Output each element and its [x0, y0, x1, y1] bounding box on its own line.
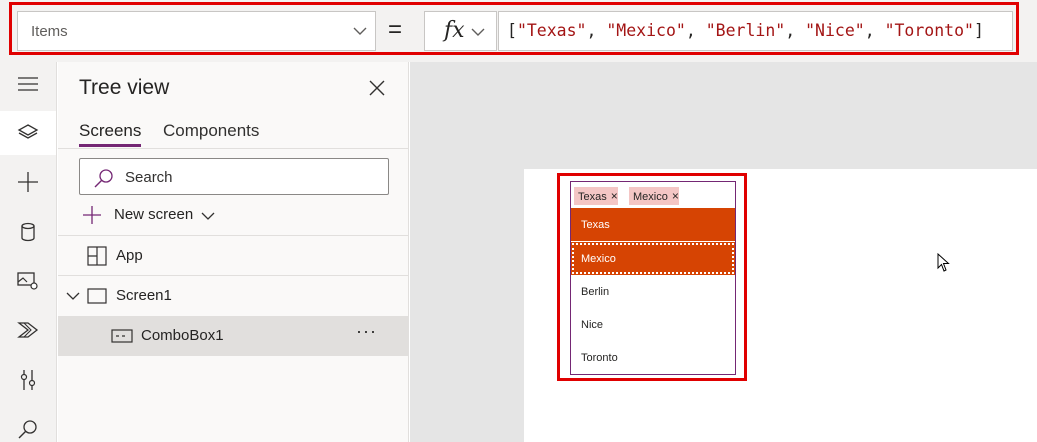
rail-tools-button[interactable] — [0, 358, 56, 402]
database-icon — [21, 222, 35, 242]
tree-node-screen1[interactable]: Screen1 — [58, 276, 409, 316]
tree-node-app[interactable]: App — [58, 236, 409, 276]
plus-icon — [83, 206, 101, 224]
new-screen-label: New screen — [114, 206, 194, 223]
active-tab-indicator — [79, 144, 141, 147]
formula-bar-highlight — [9, 2, 1019, 55]
option-label: Texas — [581, 219, 610, 231]
more-options-button[interactable]: ··· — [356, 321, 377, 342]
rail-media-button[interactable] — [0, 259, 56, 303]
combobox-option[interactable]: Mexico — [571, 242, 735, 275]
tree-node-combobox1[interactable]: ComboBox1 ··· — [58, 316, 409, 356]
combobox-control[interactable]: Texas × Mexico × Texas Mexico Berlin Nice … — [570, 181, 736, 375]
tree-node-label: Screen1 — [116, 287, 172, 304]
tree-node-label: App — [116, 247, 143, 264]
rail-insert-button[interactable] — [0, 160, 56, 204]
combobox-selected-chips[interactable]: Texas × Mexico × — [571, 182, 735, 208]
rail-power-automate-button[interactable] — [0, 308, 56, 352]
mouse-cursor-icon — [937, 253, 950, 272]
tree-view-pane: Tree view Screens Components Search New … — [58, 62, 409, 442]
combobox-icon — [111, 329, 133, 343]
selected-chip[interactable]: Mexico × — [629, 187, 679, 205]
tree-node-label: ComboBox1 — [141, 327, 224, 344]
combobox-option[interactable]: Berlin — [571, 275, 735, 308]
hamburger-icon — [18, 77, 38, 91]
chevron-down-icon[interactable] — [66, 291, 80, 301]
app-icon — [87, 246, 107, 266]
remove-chip-icon[interactable]: × — [611, 189, 618, 203]
tab-components[interactable]: Components — [163, 121, 259, 141]
left-rail — [0, 62, 57, 442]
chip-label: Texas — [578, 191, 607, 203]
option-label: Berlin — [581, 286, 610, 298]
screen-icon — [87, 288, 107, 304]
rail-search-button[interactable] — [0, 407, 56, 442]
rail-data-button[interactable] — [0, 210, 56, 254]
rail-menu-button[interactable] — [0, 62, 56, 106]
tree-search-input[interactable]: Search — [79, 158, 389, 195]
tools-icon — [20, 370, 36, 390]
selected-chip[interactable]: Texas × — [574, 187, 618, 205]
power-automate-icon — [17, 322, 39, 338]
layers-icon — [17, 124, 39, 139]
media-icon — [17, 272, 38, 290]
option-label: Mexico — [581, 253, 616, 265]
combobox-option[interactable]: Toronto — [571, 341, 735, 374]
tree-view-title: Tree view — [79, 76, 170, 99]
search-icon — [94, 169, 113, 188]
remove-chip-icon[interactable]: × — [672, 189, 679, 203]
plus-icon — [18, 172, 38, 192]
tab-screens[interactable]: Screens — [79, 121, 141, 141]
option-label: Nice — [581, 319, 604, 331]
close-icon[interactable] — [366, 77, 388, 99]
combobox-option[interactable]: Texas — [571, 208, 735, 241]
tab-divider — [58, 148, 409, 149]
search-icon — [18, 420, 37, 439]
rail-tree-view-button[interactable] — [0, 111, 56, 155]
chevron-down-icon — [201, 212, 215, 220]
option-label: Toronto — [581, 352, 618, 364]
chip-label: Mexico — [633, 191, 668, 203]
search-placeholder: Search — [125, 169, 173, 186]
combobox-option[interactable]: Nice — [571, 308, 735, 341]
